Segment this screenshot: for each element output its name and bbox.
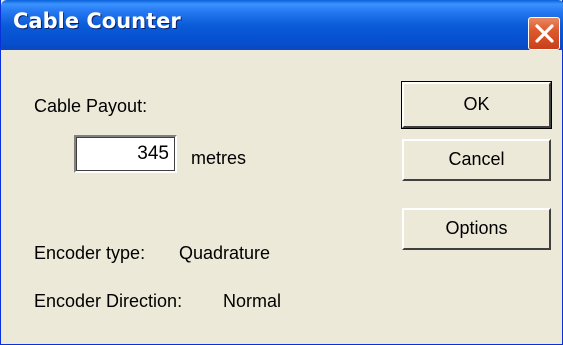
encoder-type-value: Quadrature bbox=[179, 243, 271, 263]
encoder-direction-value: Normal bbox=[223, 291, 282, 311]
cable-counter-dialog: Cable Counter Cable Payout: 345 metres E… bbox=[0, 0, 563, 345]
cable-payout-label: Cable Payout: bbox=[34, 96, 148, 116]
cable-payout-input[interactable]: 345 bbox=[74, 135, 177, 173]
encoder-direction-label: Encoder Direction: bbox=[34, 291, 183, 311]
ok-button[interactable]: OK bbox=[401, 81, 552, 129]
title-bar[interactable]: Cable Counter bbox=[1, 0, 563, 50]
cancel-button[interactable]: Cancel bbox=[402, 139, 551, 181]
ok-button-label: OK bbox=[463, 94, 490, 114]
cancel-button-label: Cancel bbox=[448, 149, 505, 169]
close-x-icon bbox=[535, 24, 554, 43]
close-button[interactable] bbox=[528, 17, 560, 50]
encoder-type-label: Encoder type: bbox=[34, 243, 146, 263]
options-button-label: Options bbox=[445, 218, 508, 238]
options-button[interactable]: Options bbox=[402, 208, 551, 250]
payout-unit-label: metres bbox=[191, 148, 247, 168]
cable-payout-value[interactable]: 345 bbox=[137, 143, 169, 165]
window-title: Cable Counter bbox=[13, 9, 181, 33]
